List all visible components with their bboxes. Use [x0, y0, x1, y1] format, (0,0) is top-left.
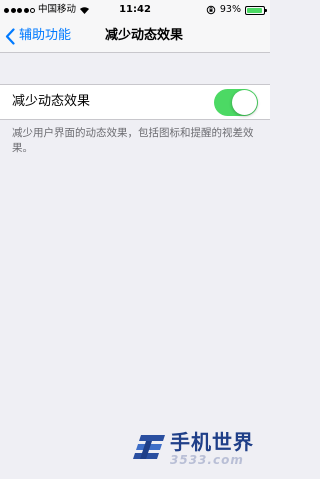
- reduce-motion-toggle[interactable]: [214, 89, 258, 116]
- status-bar: 中国移动 11:42 93%: [0, 0, 270, 20]
- watermark: 手机世界 3533.com: [132, 430, 268, 470]
- navigation-bar: 辅助功能 减少动态效果: [0, 20, 270, 53]
- rotation-lock-icon: [206, 5, 216, 15]
- battery-fill: [247, 7, 262, 13]
- watermark-domain: 3533.com: [170, 453, 244, 467]
- toggle-knob: [232, 90, 257, 115]
- status-right: 93%: [206, 4, 267, 16]
- battery-icon: [245, 5, 267, 15]
- watermark-title: 手机世界: [170, 430, 254, 454]
- reduce-motion-cell: 减少动态效果: [0, 84, 270, 120]
- battery-percentage: 93%: [219, 4, 241, 15]
- reduce-motion-label: 减少动态效果: [12, 94, 91, 109]
- site-logo-icon: [133, 435, 165, 459]
- page-title: 减少动态效果: [104, 28, 183, 43]
- setting-description: 减少用户界面的动态效果，包括图标和提醒的视差效果。: [12, 127, 254, 154]
